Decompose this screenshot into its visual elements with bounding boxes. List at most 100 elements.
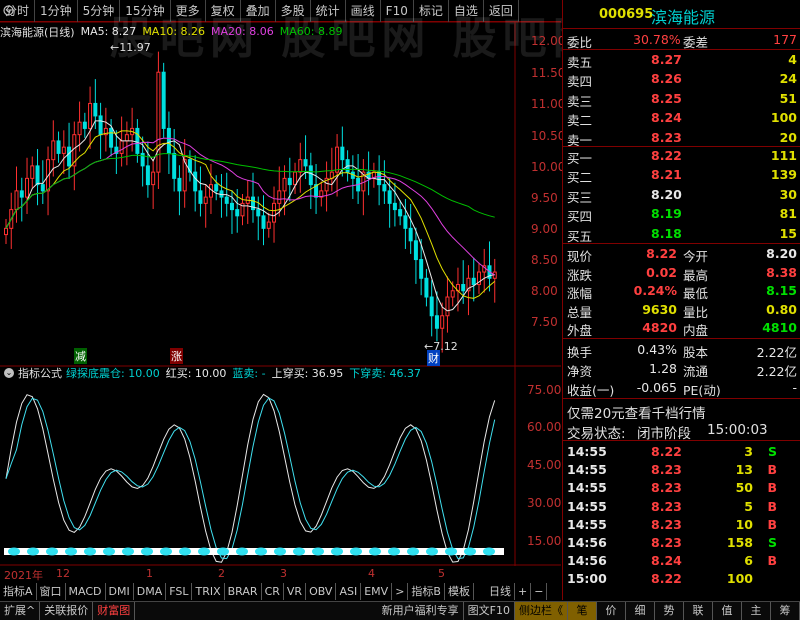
date-label: 2021年	[4, 569, 43, 582]
tick-price: 8.23	[651, 480, 682, 496]
indicator-tab-bar: 指标A 窗口 MACD DMI DMA FSL TRIX BRAR CR VR …	[0, 583, 561, 600]
indicator-marker-dot	[8, 547, 20, 556]
tick-row: 14:55 8.23 10 B	[563, 516, 800, 534]
tab-obv[interactable]: OBV	[306, 583, 337, 600]
menu-item-fuquan[interactable]: 复权	[206, 0, 241, 22]
f10-text-button[interactable]: 图文F10	[464, 602, 515, 620]
stock-header: 000695 滨海能源	[563, 3, 800, 27]
related-quotes-button[interactable]: 关联报价	[40, 602, 94, 620]
fundamental-label: 流通	[683, 364, 709, 379]
menu-item-15min[interactable]: 15分钟	[120, 0, 171, 22]
bid-volume: 139	[770, 167, 797, 183]
tab-price[interactable]: 价	[597, 602, 626, 620]
menu-item-1min[interactable]: 1分钟	[35, 0, 78, 22]
date-label: 4	[368, 567, 375, 580]
tab-cr[interactable]: CR	[262, 583, 284, 600]
menu-item-mark[interactable]: 标记	[414, 0, 449, 22]
menu-item-overlay[interactable]: 叠加	[241, 0, 276, 22]
candle-body	[408, 227, 413, 242]
tab-trix[interactable]: TRIX	[192, 583, 225, 600]
tick-volume: 5	[744, 498, 753, 514]
candle-body	[403, 215, 408, 229]
tab-vr[interactable]: VR	[284, 583, 307, 600]
chevron-down-icon[interactable]: ⌄	[4, 368, 14, 378]
tab-macd[interactable]: MACD	[66, 583, 106, 600]
price-axis-label: 8.00	[531, 284, 558, 298]
tab-chips[interactable]: 筹	[771, 602, 800, 620]
date-label: 5	[438, 567, 445, 580]
high-price-label: 11.97	[119, 41, 151, 54]
tab-asi[interactable]: ASI	[336, 583, 362, 600]
candle-body	[277, 190, 282, 204]
menu-item-f10[interactable]: F10	[381, 0, 414, 22]
bid-volume: 30	[779, 186, 797, 202]
candle-body	[124, 134, 129, 142]
new-user-promo-link[interactable]: 新用户福利专享	[378, 602, 464, 620]
sidebar-button[interactable]: 侧边栏《	[515, 602, 568, 620]
ask-volume: 51	[779, 90, 797, 106]
candle-body	[25, 177, 30, 198]
tab-daily[interactable]: 日线	[486, 583, 515, 600]
tick-side: B	[767, 553, 777, 569]
tab-window[interactable]: 窗口	[37, 583, 66, 600]
menu-item-5min[interactable]: 5分钟	[78, 0, 121, 22]
bid-price: 8.19	[651, 206, 682, 222]
tab-template[interactable]: 模板	[445, 583, 474, 600]
tab-tick[interactable]: 笔	[568, 602, 597, 620]
indicator-marker-dot	[160, 547, 172, 556]
quote-value: 8.38	[766, 264, 797, 280]
promo-text[interactable]: 仅需20元查看千档行情	[567, 402, 706, 422]
tab-fsl[interactable]: FSL	[166, 583, 193, 600]
tab-detail[interactable]: 细	[626, 602, 655, 620]
tab-remove[interactable]: −	[531, 583, 548, 600]
promo-row[interactable]: 仅需20元查看千档行情	[563, 401, 800, 422]
expand-button[interactable]: 扩展^	[0, 602, 41, 620]
zhang-marker[interactable]: 涨	[170, 348, 183, 364]
price-axis-label: 10.50	[531, 129, 566, 143]
tab-dma[interactable]: DMA	[134, 583, 167, 600]
quote-label: 今开	[683, 249, 709, 264]
tick-price: 8.24	[651, 553, 682, 569]
tab-add[interactable]: +	[515, 583, 532, 600]
candle-body	[382, 184, 387, 192]
tab-emv[interactable]: EMV	[361, 583, 393, 600]
tab-dmi[interactable]: DMI	[106, 583, 134, 600]
bid-row: 买一 8.22 111	[563, 147, 800, 166]
bid-price: 8.20	[651, 186, 682, 202]
candle-body	[77, 121, 82, 136]
tab-brar[interactable]: BRAR	[225, 583, 262, 600]
indicator-marker-dot	[217, 547, 229, 556]
red-buy-value: 红买: 10.00	[165, 367, 227, 380]
ask-price: 8.25	[651, 90, 682, 106]
jian-marker[interactable]: 减	[74, 348, 87, 364]
bid-label: 买三	[567, 189, 593, 205]
candlestick-chart[interactable]	[0, 22, 561, 367]
settings-icon[interactable]	[3, 5, 14, 16]
tab-next[interactable]: >	[392, 583, 409, 600]
tab-indicator-b[interactable]: 指标B	[408, 583, 445, 600]
menu-item-draw[interactable]: 画线	[346, 0, 381, 22]
menu-item-multi-stock[interactable]: 多股	[276, 0, 311, 22]
ask-volume: 4	[788, 52, 797, 67]
indicator-marker-dot	[312, 547, 324, 556]
tick-side: B	[767, 498, 777, 514]
menu-item-stats[interactable]: 统计	[311, 0, 346, 22]
tab-trend[interactable]: 势	[655, 602, 684, 620]
candle-body	[340, 146, 345, 161]
tab-main[interactable]: 主	[742, 602, 771, 620]
wealth-chart-button[interactable]: 财富图	[93, 602, 136, 620]
menu-item-watchlist[interactable]: 自选	[449, 0, 484, 22]
cai-marker[interactable]: 财	[427, 350, 440, 366]
menu-item-back[interactable]: 返回	[484, 0, 519, 22]
price-axis-label: 9.00	[531, 222, 558, 236]
indicator-chart[interactable]	[0, 366, 561, 566]
candle-body	[203, 196, 208, 204]
tick-time: 14:56	[567, 553, 607, 569]
tick-volume: 158	[726, 535, 753, 550]
menu-item-more[interactable]: 更多	[171, 0, 206, 22]
fundamental-value: 2.22亿	[756, 364, 797, 379]
tab-indicator-a[interactable]: 指标A	[0, 583, 37, 600]
tab-value[interactable]: 值	[713, 602, 742, 620]
candle-body	[335, 146, 340, 173]
tab-link[interactable]: 联	[684, 602, 713, 620]
